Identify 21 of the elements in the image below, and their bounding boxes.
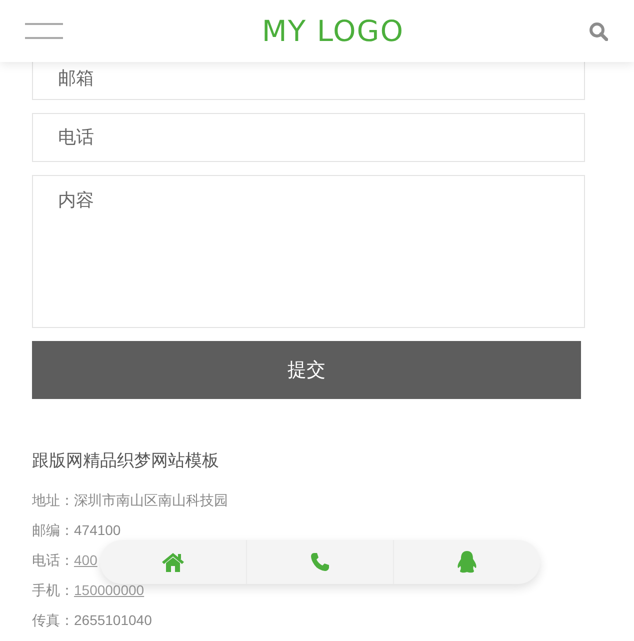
search-icon[interactable] xyxy=(588,22,608,40)
company-name: 跟版网精品织梦网站模板 xyxy=(32,450,220,472)
info-value: 2655101040 xyxy=(74,612,152,628)
logo[interactable]: MY LOGO xyxy=(262,14,404,48)
info-value: 474100 xyxy=(74,522,121,538)
phone-link[interactable]: 400 xyxy=(74,552,98,568)
input-field[interactable]: 邮箱 xyxy=(32,62,585,100)
info-value: 深圳市南山区南山科技园 xyxy=(74,492,228,508)
phone-icon[interactable] xyxy=(310,552,330,572)
home-icon[interactable] xyxy=(162,552,184,572)
penguin-icon[interactable] xyxy=(455,550,479,574)
info-label: 邮编： xyxy=(32,522,74,538)
info-label: 手机： xyxy=(32,582,74,598)
info-label: 地址： xyxy=(32,492,74,508)
menu-icon[interactable] xyxy=(25,23,63,39)
input-field[interactable]: 电话 xyxy=(32,113,585,162)
phone-link[interactable]: 150000000 xyxy=(74,582,144,598)
submit-button[interactable]: 提交 xyxy=(32,341,581,399)
textarea-field[interactable]: 内容 xyxy=(32,175,585,328)
info-label: 电话： xyxy=(32,552,74,568)
info-label: 传真： xyxy=(32,612,74,628)
